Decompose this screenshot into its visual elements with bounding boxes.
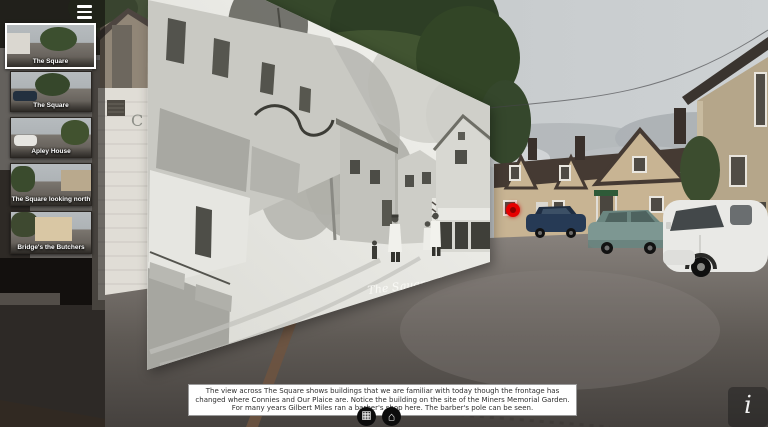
menu-button[interactable]	[73, 2, 99, 22]
thumbnail-label: The Square	[11, 101, 91, 111]
historic-photo-overlay: The Square. Timsbury	[0, 0, 768, 427]
panorama-viewer: C	[0, 0, 768, 427]
gallery-button[interactable]: ▦	[357, 407, 376, 426]
sidebar-item-apley-house[interactable]: Apley House	[10, 117, 92, 158]
hamburger-icon	[77, 16, 92, 19]
sidebar-item-the-square-1[interactable]: The Square	[5, 23, 96, 69]
thumbnail-label: The Square	[7, 57, 94, 67]
caption-text: The view across The Square shows buildin…	[195, 387, 569, 412]
home-icon: ⌂	[388, 410, 395, 422]
hamburger-icon	[77, 5, 92, 8]
sidebar-item-bridges-the-butchers[interactable]: Bridge's the Butchers	[10, 211, 92, 254]
gallery-grid-icon: ▦	[361, 411, 371, 422]
thumbnail-sidebar: The Square The Square Apley House The Sq…	[0, 0, 105, 427]
thumbnail-label: The Square looking north	[11, 195, 91, 205]
info-button[interactable]: i	[728, 387, 768, 427]
hotspot-marker[interactable]	[506, 203, 520, 217]
thumbnail-label: Bridge's the Butchers	[11, 243, 91, 253]
info-icon: i	[744, 393, 752, 417]
thumbnail-label: Apley House	[11, 147, 91, 157]
hamburger-icon	[77, 11, 92, 14]
home-button[interactable]: ⌂	[382, 407, 401, 426]
sidebar-item-the-square-2[interactable]: The Square	[10, 71, 92, 112]
sidebar-item-the-square-looking-north[interactable]: The Square looking north	[10, 163, 92, 206]
